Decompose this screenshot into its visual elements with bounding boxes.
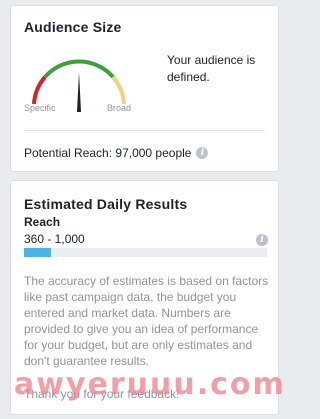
reach-progress-bar: [24, 248, 267, 257]
gauge-broad-segment: [111, 75, 126, 105]
gauge-broad-label: Broad: [107, 103, 132, 113]
info-icon[interactable]: i: [196, 147, 209, 159]
divider: [24, 130, 265, 131]
estimated-daily-results-card: Estimated Daily Results Reach 360 - 1,00…: [10, 180, 279, 415]
potential-reach-row: Potential Reach: 97,000 people i: [24, 146, 209, 160]
reach-range: 360 - 1,000: [24, 232, 85, 246]
estimates-disclaimer: The accuracy of estimates is based on fa…: [24, 274, 269, 368]
reach-progress-fill: [24, 248, 51, 257]
reach-label: Reach: [24, 215, 61, 229]
feedback-message: Thank you for your feedback!: [24, 387, 180, 401]
daily-results-title: Estimated Daily Results: [24, 196, 188, 212]
gauge-specific-segment: [32, 75, 47, 105]
info-icon[interactable]: i: [256, 234, 268, 246]
audience-status-text: Your audience is defined.: [167, 53, 256, 84]
gauge-needle: [77, 72, 81, 112]
audience-size-title: Audience Size: [24, 19, 122, 35]
potential-reach-text: Potential Reach: 97,000 people: [24, 146, 192, 160]
gauge-specific-label: Specific: [24, 103, 56, 113]
audience-size-card: Audience Size Specific Broad Your audien…: [10, 5, 279, 172]
